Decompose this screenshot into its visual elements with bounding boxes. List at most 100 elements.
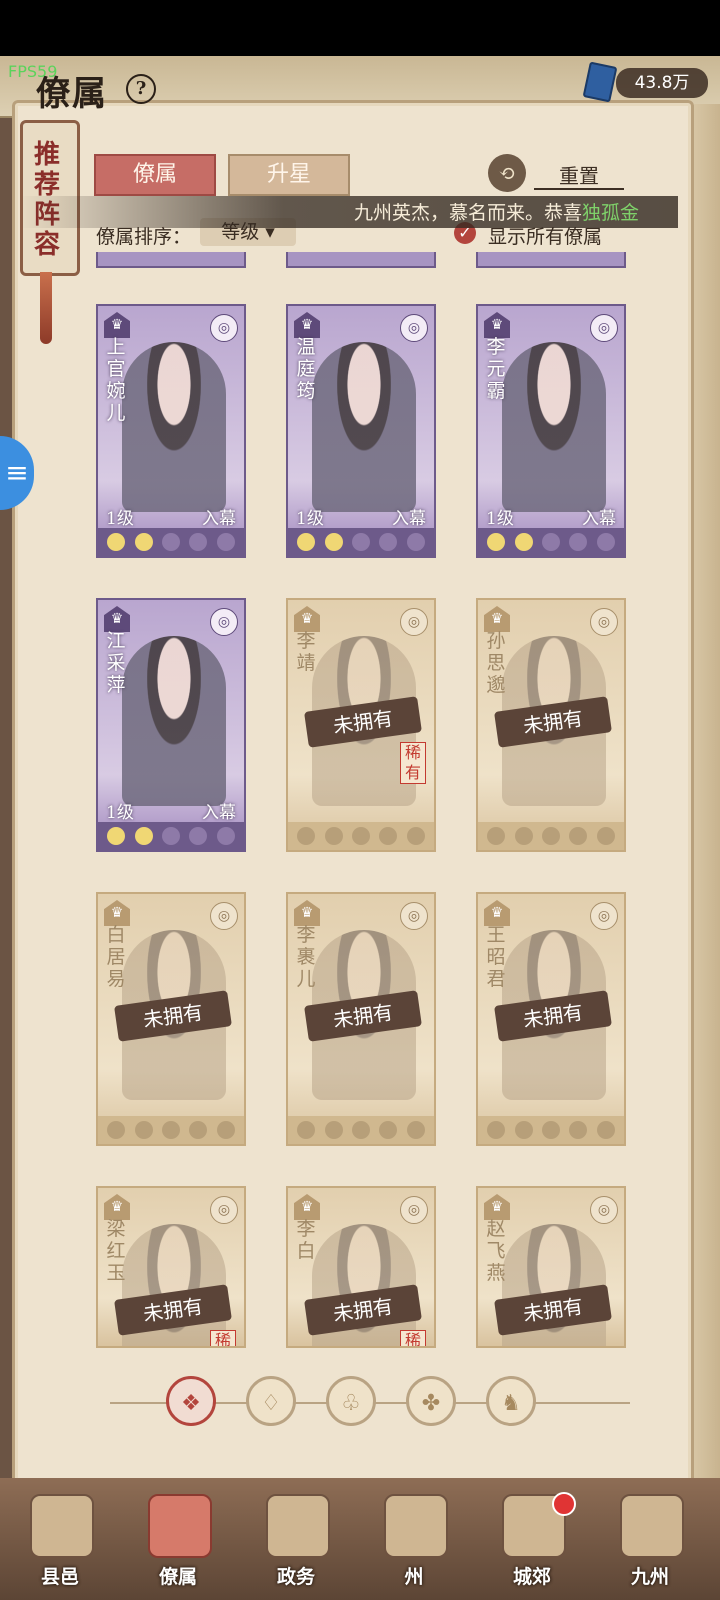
character-card[interactable]: ♛ ◎ 孙思邈 未拥有 xyxy=(476,598,626,852)
faction-badge-icon: ♛ xyxy=(104,606,130,632)
character-card[interactable]: ♛ ◎ 李元霸 1级 入幕 xyxy=(476,304,626,558)
attribute-icon: ◎ xyxy=(400,314,428,342)
bell-filter-icon[interactable]: ♢ xyxy=(246,1376,296,1426)
star-icon xyxy=(324,1121,343,1139)
attribute-icon: ◎ xyxy=(400,902,428,930)
nav-item[interactable]: 县邑 xyxy=(8,1488,112,1592)
star-icon xyxy=(514,1121,533,1139)
character-card[interactable]: ♛ ◎ 李裹儿 未拥有 xyxy=(286,892,436,1146)
reset-button[interactable]: 重置 xyxy=(534,160,624,190)
star-icon xyxy=(216,533,235,551)
character-card[interactable]: ♛ ◎ 江采萍 1级 入幕 xyxy=(96,598,246,852)
character-portrait xyxy=(122,342,226,512)
character-portrait xyxy=(502,342,606,512)
character-card[interactable]: ♛ ◎ 白居易 未拥有 xyxy=(96,892,246,1146)
star-icon xyxy=(161,827,180,845)
star-icon xyxy=(379,533,398,551)
character-portrait xyxy=(122,636,226,806)
star-row xyxy=(478,1116,624,1144)
nav-building-icon xyxy=(266,1494,330,1558)
nav-item[interactable]: 州 xyxy=(362,1488,466,1592)
character-card[interactable]: ♛ ◎ 李靖 未拥有 稀有 xyxy=(286,598,436,852)
nav-building-icon xyxy=(30,1494,94,1558)
faction-badge-icon: ♛ xyxy=(104,1194,130,1220)
nav-item[interactable]: 政务 xyxy=(244,1488,348,1592)
star-row xyxy=(98,822,244,850)
character-name: 李裹儿 xyxy=(296,924,316,990)
star-icon xyxy=(406,1121,425,1139)
character-portrait xyxy=(312,342,416,512)
character-card[interactable]: ♛ ◎ 王昭君 未拥有 xyxy=(476,892,626,1146)
character-level: 1级 xyxy=(296,509,324,529)
character-card[interactable]: ♛ ◎ 赵飞燕 未拥有 xyxy=(476,1186,626,1348)
star-icon xyxy=(189,533,208,551)
star-icon xyxy=(107,533,126,551)
star-row xyxy=(98,528,244,556)
character-card[interactable]: ♛ ◎ 梁红玉 未拥有稀 xyxy=(96,1186,246,1348)
horse-filter-icon[interactable]: ♞ xyxy=(486,1376,536,1426)
star-icon xyxy=(134,533,153,551)
character-name: 上官婉儿 xyxy=(106,336,126,424)
star-icon xyxy=(379,1121,398,1139)
star-row xyxy=(478,528,624,556)
reset-icon[interactable]: ⟲ xyxy=(488,154,526,192)
star-icon xyxy=(541,533,560,551)
star-row xyxy=(288,822,434,850)
card-peek xyxy=(96,252,246,268)
card-peek xyxy=(476,252,626,268)
attribute-icon: ◎ xyxy=(400,608,428,636)
star-icon xyxy=(134,827,153,845)
attribute-icon: ◎ xyxy=(590,608,618,636)
faction-badge-icon: ♛ xyxy=(104,312,130,338)
character-card[interactable]: ♛ ◎ 李白 未拥有稀 xyxy=(286,1186,436,1348)
rarity-tag: 稀有 xyxy=(400,742,426,784)
star-icon xyxy=(514,533,533,551)
tab-star-up[interactable]: 升星 xyxy=(228,154,350,196)
character-name: 李元霸 xyxy=(486,336,506,402)
currency-amount: 43.8万 xyxy=(616,68,708,98)
character-card[interactable]: ♛ ◎ 温庭筠 1级 入幕 xyxy=(286,304,436,558)
star-icon xyxy=(596,533,615,551)
gourd-filter-icon[interactable]: ♧ xyxy=(326,1376,376,1426)
attribute-icon: ◎ xyxy=(590,314,618,342)
nav-label: 州 xyxy=(404,1566,424,1588)
attribute-icon: ◎ xyxy=(400,1196,428,1224)
star-row xyxy=(288,1116,434,1144)
nav-label: 县邑 xyxy=(40,1566,79,1588)
tassel-decoration xyxy=(40,272,52,344)
star-icon xyxy=(324,533,343,551)
star-row xyxy=(478,822,624,850)
character-card[interactable]: ♛ ◎ 上官婉儿 1级 入幕 xyxy=(96,304,246,558)
character-level: 1级 xyxy=(106,803,134,823)
star-icon xyxy=(379,827,398,845)
notice-player-name: 独孤金 xyxy=(582,202,640,224)
nav-building-icon xyxy=(384,1494,448,1558)
star-icon xyxy=(324,827,343,845)
character-status: 入幕 xyxy=(202,509,236,529)
faction-badge-icon: ♛ xyxy=(104,900,130,926)
star-icon xyxy=(406,827,425,845)
notice-message: 九州英杰，慕名而来。恭喜 xyxy=(354,202,583,224)
tab-subordinates[interactable]: 僚属 xyxy=(94,154,216,196)
fan-filter-icon[interactable]: ✤ xyxy=(406,1376,456,1426)
notification-badge xyxy=(552,1492,576,1516)
faction-badge-icon: ♛ xyxy=(294,1194,320,1220)
nav-item[interactable]: 九州 xyxy=(598,1488,702,1592)
attribute-icon: ◎ xyxy=(210,314,238,342)
status-bar xyxy=(0,0,720,56)
star-icon xyxy=(351,1121,370,1139)
attribute-icon: ◎ xyxy=(590,902,618,930)
nav-item[interactable]: 僚属 xyxy=(126,1488,230,1592)
character-status: 入幕 xyxy=(582,509,616,529)
star-icon xyxy=(569,533,588,551)
nav-building-icon xyxy=(620,1494,684,1558)
attribute-icon: ◎ xyxy=(210,902,238,930)
character-name: 孙思邈 xyxy=(486,630,506,696)
help-icon[interactable]: ? xyxy=(126,74,156,104)
character-name: 梁红玉 xyxy=(106,1218,126,1284)
all-filter-icon[interactable]: ❖ xyxy=(166,1376,216,1426)
page-edge xyxy=(690,104,720,1494)
star-icon xyxy=(487,533,506,551)
star-icon xyxy=(161,1121,180,1139)
star-icon xyxy=(134,1121,153,1139)
